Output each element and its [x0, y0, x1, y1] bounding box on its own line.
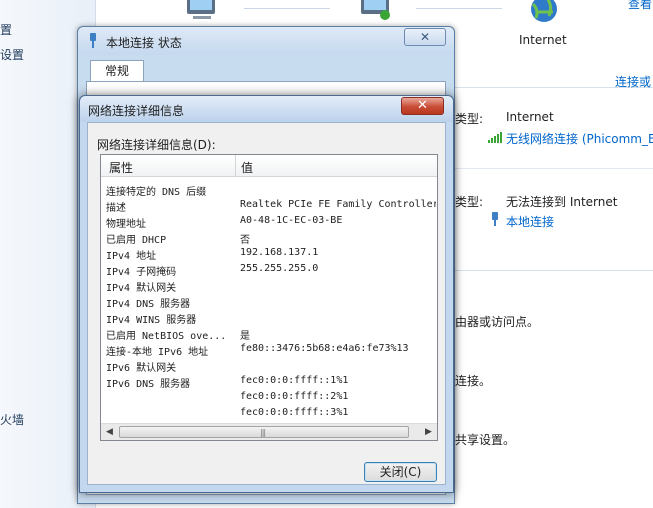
section-divider [455, 270, 653, 271]
section-divider [455, 168, 653, 169]
left-nav-item[interactable]: 设置 [0, 46, 24, 63]
value-cell: 否 [240, 235, 250, 246]
table-row[interactable]: 连接-本地 IPv6 地址 fe80::3476:5b68:e4a6:fe73%1… [101, 342, 437, 358]
horizontal-scrollbar[interactable]: ◀ ||| ▶ [101, 423, 437, 440]
dialog-title: 网络连接详细信息 [88, 104, 185, 118]
network-map-line [416, 8, 502, 9]
table-row[interactable]: 描述 Realtek PCIe FE Family Controller [101, 198, 437, 214]
tab-general[interactable]: 常规 [90, 60, 144, 82]
value-cell: 192.168.137.1 [240, 247, 319, 258]
column-header-value[interactable]: 值 [241, 159, 253, 176]
value-cell: fec0:0:0:ffff::2%1 [240, 391, 349, 402]
computer-icon [187, 0, 215, 19]
table-row[interactable]: IPv6 DNS 服务器 fec0:0:0:ffff::1%1 [101, 374, 437, 390]
table-row[interactable]: 连接特定的 DNS 后缀 [101, 182, 437, 198]
table-row[interactable]: fec0:0:0:ffff::2%1 [101, 390, 437, 406]
value-cell: Realtek PCIe FE Family Controller [240, 199, 436, 210]
internet-label: Internet [519, 33, 567, 47]
view-full-map-link[interactable]: 查看 [628, 0, 652, 12]
table-row[interactable]: IPv4 WINS 服务器 [101, 310, 437, 326]
property-cell: IPv4 WINS 服务器 [106, 315, 197, 326]
property-cell: IPv6 DNS 服务器 [106, 379, 191, 390]
column-header-property[interactable]: 属性 [109, 159, 133, 176]
scroll-left-arrow-icon[interactable]: ◀ [101, 424, 118, 440]
close-button[interactable]: 关闭(C) [364, 462, 437, 482]
connect-disconnect-link[interactable]: 连接或 [615, 73, 651, 90]
property-cell: IPv4 地址 [106, 251, 157, 262]
value-cell: fec0:0:0:ffff::3%1 [240, 407, 349, 418]
property-cell: 已启用 NetBIOS ove... [106, 331, 227, 342]
access-type-value: 无法连接到 Internet [506, 195, 618, 209]
table-row[interactable]: 已启用 NetBIOS ove... 是 [101, 326, 437, 342]
access-type-label: 类型: [455, 195, 484, 209]
close-icon[interactable]: ✕ [401, 97, 444, 115]
property-cell: IPv6 默认网关 [106, 363, 177, 374]
details-list-label: 网络连接详细信息(D): [97, 138, 216, 152]
list-header: 属性 值 [101, 155, 437, 177]
left-nav-item[interactable]: 置 [0, 21, 12, 38]
table-row[interactable]: 已启用 DHCP 否 [101, 230, 437, 246]
window-title: 本地连接 状态 [106, 36, 182, 50]
table-row[interactable]: IPv4 地址 192.168.137.1 [101, 246, 437, 262]
wireless-signal-icon [488, 132, 502, 143]
network-map-line [244, 8, 330, 9]
task-description: 连接。 [455, 374, 492, 388]
ethernet-plug-icon [90, 33, 96, 48]
property-cell: 连接-本地 IPv6 地址 [106, 347, 209, 358]
details-list[interactable]: 属性 值 连接特定的 DNS 后缀 描述 Realtek PCIe FE Famil… [100, 154, 438, 441]
table-row[interactable]: IPv4 默认网关 [101, 278, 437, 294]
dialog-body: 网络连接详细信息(D): 属性 值 连接特定的 DNS 后缀 描述 Realtek … [87, 122, 446, 485]
property-cell: IPv4 DNS 服务器 [106, 299, 191, 310]
value-cell: A0-48-1C-EC-03-BE [240, 215, 343, 226]
wireless-connection-link[interactable]: 无线网络连接 (Phicomm_E [506, 130, 653, 147]
value-cell: 是 [240, 331, 250, 342]
scrollbar-thumb[interactable]: ||| [119, 426, 409, 438]
task-description: 由器或访问点。 [455, 315, 540, 329]
property-cell: 描述 [106, 203, 126, 214]
network-connection-details-dialog: 网络连接详细信息 ✕ 网络连接详细信息(D): 属性 值 连接特定的 DNS 后… [79, 95, 454, 493]
network-icon [361, 0, 390, 20]
close-button[interactable]: ✕ [404, 28, 446, 46]
table-row[interactable]: IPv6 默认网关 [101, 358, 437, 374]
table-row[interactable]: IPv4 子网掩码 255.255.255.0 [101, 262, 437, 278]
property-cell: IPv4 子网掩码 [106, 267, 177, 278]
grip-icon: ||| [260, 428, 266, 437]
table-row[interactable]: fec0:0:0:ffff::3%1 [101, 406, 437, 422]
property-cell: 已启用 DHCP [106, 235, 167, 246]
value-cell: fe80::3476:5b68:e4a6:fe73%13 [240, 343, 409, 354]
property-cell: 物理地址 [106, 219, 146, 230]
local-connection-link[interactable]: 本地连接 [506, 213, 554, 230]
property-cell: 连接特定的 DNS 后缀 [106, 187, 207, 198]
table-row[interactable]: 物理地址 A0-48-1C-EC-03-BE [101, 214, 437, 230]
access-type-label: 类型: [455, 112, 484, 126]
value-cell: 255.255.255.0 [240, 263, 319, 274]
property-cell: IPv4 默认网关 [106, 283, 177, 294]
table-row[interactable]: IPv4 DNS 服务器 [101, 294, 437, 310]
column-divider[interactable] [235, 155, 236, 177]
title-bar[interactable]: 本地连接 状态 ✕ [78, 27, 454, 55]
left-nav-item[interactable]: 火墙 [0, 411, 24, 428]
value-cell: fec0:0:0:ffff::1%1 [240, 375, 349, 386]
scroll-right-arrow-icon[interactable]: ▶ [420, 424, 437, 440]
ethernet-plug-icon [492, 212, 498, 226]
globe-icon [531, 0, 557, 22]
task-description: 共享设置。 [455, 433, 516, 447]
access-type-value: Internet [506, 110, 554, 124]
title-bar[interactable]: 网络连接详细信息 ✕ [80, 96, 453, 122]
